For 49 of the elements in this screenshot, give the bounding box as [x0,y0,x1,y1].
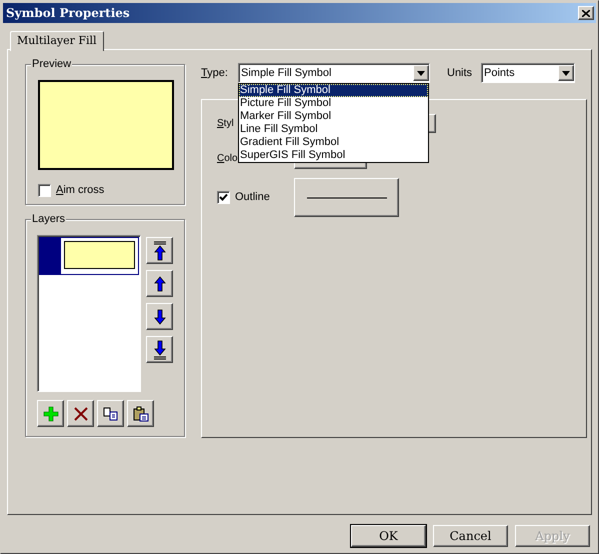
dropdown-option[interactable]: Simple Fill Symbol [239,84,428,97]
dropdown-option[interactable]: Marker Fill Symbol [239,110,428,123]
add-button[interactable] [37,400,64,427]
line-icon [306,196,386,198]
caret-icon [562,70,570,76]
move-bottom-button[interactable] [146,336,173,363]
dropdown-button[interactable] [413,65,429,81]
move-down-button[interactable] [146,303,173,330]
dropdown-option[interactable]: SuperGIS Fill Symbol [239,149,428,162]
arrow-down-icon [154,308,166,324]
delete-icon [74,406,88,420]
checkbox-label: Outline [235,190,270,206]
paste-button[interactable] [127,400,154,427]
layer-swatch [64,241,135,269]
dropdown-option[interactable]: Picture Fill Symbol [239,97,428,110]
plus-icon [42,406,58,422]
copy-button[interactable] [97,400,124,427]
close-button[interactable] [578,6,594,20]
type-label: Type: [201,66,229,81]
arrow-up-icon [154,276,166,292]
units-dropdown[interactable]: Points [481,63,575,83]
units-value: Points [484,66,515,81]
type-value: Simple Fill Symbol [241,66,332,81]
layer-item[interactable] [39,237,139,275]
dropdown-option[interactable]: Line Fill Symbol [239,123,428,136]
arrow-top-icon [152,240,166,260]
paste-icon [132,406,148,422]
delete-button[interactable] [67,400,94,427]
move-top-button[interactable] [146,237,173,264]
dialog-button[interactable]: OK [351,525,426,547]
type-dropdown[interactable]: Simple Fill Symbol [238,63,430,83]
color-label: Colo [217,152,238,166]
dropdown-option[interactable]: Gradient Fill Symbol [239,136,428,149]
tab[interactable]: Multilayer Fill [10,31,104,51]
copy-icon [102,406,118,420]
checkbox-label: Aim cross [56,183,104,198]
caret-icon [417,70,425,76]
window-title: Symbol Properties [6,5,130,22]
outline-button[interactable] [294,178,399,217]
units-label: Units [447,66,474,81]
dropdown-button[interactable] [558,65,574,81]
group-title: Layers [31,212,66,226]
style-label: Styl [217,117,234,131]
aim-cross-checkbox[interactable] [38,184,51,197]
dialog-button[interactable]: Cancel [433,525,508,547]
outline-checkbox[interactable] [217,191,230,204]
arrow-bottom-icon [152,340,166,360]
close-icon [582,10,590,16]
move-up-button[interactable] [146,270,173,297]
